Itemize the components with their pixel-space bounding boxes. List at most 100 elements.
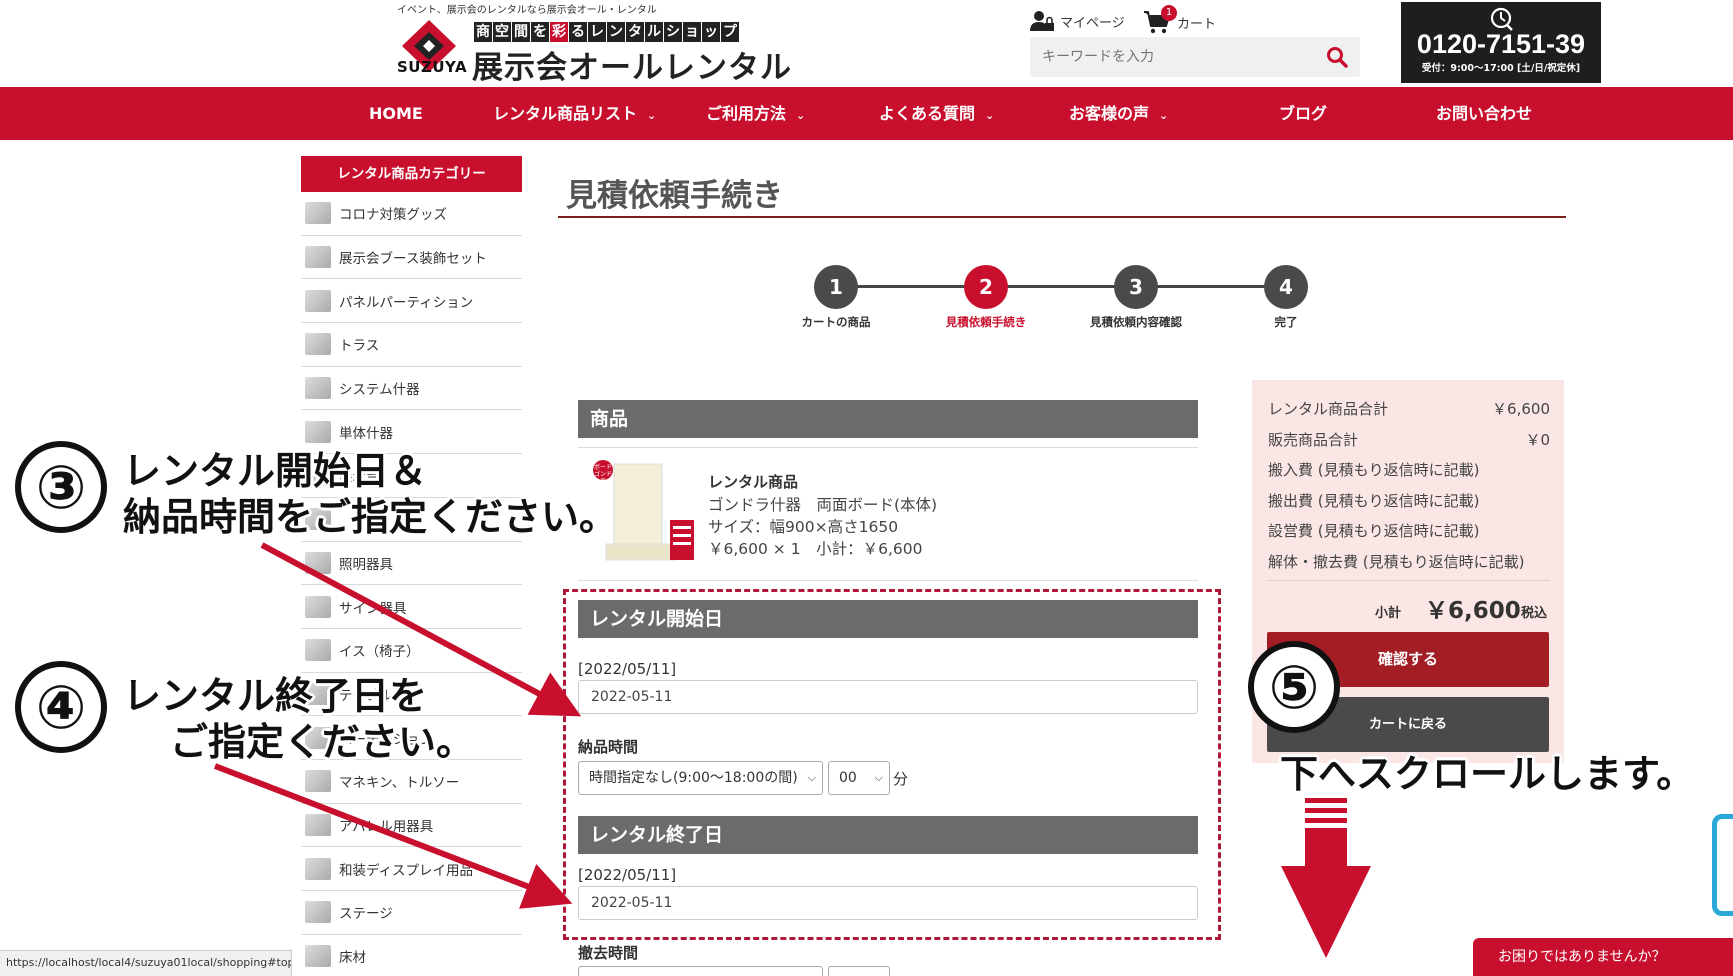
main-nav: HOME レンタル商品リスト ⌄ ご利用方法 ⌄ よくある質問 ⌄ お客様の声 ⌄ ブロ… <box>0 87 1733 140</box>
clock-icon <box>1490 7 1513 31</box>
search-icon[interactable] <box>1326 46 1348 68</box>
nav-item-faq[interactable]: よくある質問 ⌄ <box>879 87 994 140</box>
category-thumbnail-icon <box>305 813 331 836</box>
summary-row: 搬出費 (見積もり返信時に記載) <box>1268 490 1550 511</box>
logo-sub-char: レ <box>588 22 606 42</box>
sidebar-heading: レンタル商品カテゴリー <box>301 156 522 192</box>
category-thumbnail-icon <box>305 595 331 618</box>
rental-end-section-header: レンタル終了日 <box>578 816 1198 854</box>
progress-line <box>836 285 1286 288</box>
sidebar-item-label: 和装ディスプレイ用品 <box>339 862 474 879</box>
nav-label: レンタル商品リスト <box>493 104 638 123</box>
logo-sub-char: ル <box>645 22 663 42</box>
phone-number: 0120-7151-39 <box>1416 29 1586 59</box>
logo-sub-char: 間 <box>512 22 530 42</box>
removal-minute-select[interactable] <box>828 966 890 976</box>
category-thumbnail-icon <box>305 770 331 793</box>
sidebar-item[interactable]: パネルパーティション <box>301 279 522 324</box>
nav-item-contact[interactable]: お問い合わせ <box>1436 87 1532 140</box>
mypage-label: マイページ <box>1060 15 1125 31</box>
nav-item-blog[interactable]: ブログ <box>1279 87 1327 140</box>
delivery-minute-select[interactable]: 00 ⌵ <box>828 761 890 795</box>
sidebar-item-label: トラス <box>339 338 380 355</box>
cart-link[interactable]: 1 カート <box>1143 5 1217 34</box>
user-lock-icon <box>1030 11 1054 31</box>
step5-instruction: 下へスクロールします。 <box>1280 752 1695 796</box>
nav-label: HOME <box>369 104 423 123</box>
divider <box>578 580 1198 581</box>
category-thumbnail-icon <box>305 945 331 968</box>
sidebar-item-label: 展示会ブース装飾セット <box>339 251 487 268</box>
step3-number-circle: ③ <box>15 441 107 533</box>
summary-row-value: ￥0 <box>1525 430 1550 449</box>
product-size: サイズ：幅900×高さ1650 <box>708 518 899 536</box>
status-bar-url: https://localhost/local4/suzuya01local/s… <box>0 950 292 976</box>
sidebar-item[interactable]: システム什器 <box>301 367 522 411</box>
sidebar-item-label: 床材 <box>339 950 366 967</box>
step-label: 完了 <box>1274 315 1298 329</box>
step-circle: 3 <box>1114 265 1158 309</box>
logo-sub-char: 商 <box>474 22 492 42</box>
sidebar-item-label: ステージ <box>339 906 393 923</box>
sidebar-item[interactable]: アパレル用器具 <box>301 804 522 848</box>
removal-time-select[interactable] <box>578 966 823 976</box>
sidebar-item[interactable]: 床材 <box>301 935 522 976</box>
step-circle: 1 <box>814 265 858 309</box>
logo-sub-char: ッ <box>702 22 720 42</box>
sidebar-item-label: 照明器具 <box>339 556 393 573</box>
summary-row-label: 搬出費 (見積もり返信時に記載) <box>1268 491 1480 510</box>
category-thumbnail-icon <box>305 246 331 269</box>
nav-label: お客様の声 <box>1069 104 1150 123</box>
nav-item-home[interactable]: HOME <box>369 87 423 140</box>
logo-sub-char: を <box>531 22 549 42</box>
logo-sub-char: シ <box>664 22 682 42</box>
product-category: レンタル商品 <box>708 473 799 491</box>
subtotal-value: ￥6,600 <box>1425 598 1521 624</box>
site-header: イベント、展示会のレンタルなら展示会オール・レンタル SUZUYA 商空間を彩る… <box>0 0 1733 87</box>
step4-number-circle: ④ <box>15 661 107 753</box>
sidebar-item[interactable]: サイン器具 <box>301 585 522 629</box>
logo-sub-char: る <box>569 22 587 42</box>
page-title: 見積依頼手続き <box>566 178 783 214</box>
logo-sub-char: プ <box>721 22 739 42</box>
end-date-input[interactable]: 2022-05-11 <box>578 886 1198 920</box>
product-section-header: 商品 <box>578 400 1198 438</box>
sidebar-item[interactable]: 展示会ブース装飾セット <box>301 236 522 280</box>
nav-item-voices[interactable]: お客様の声 ⌄ <box>1069 87 1168 140</box>
start-date-label: [2022/05/11] <box>578 660 677 678</box>
nav-item-how-to-use[interactable]: ご利用方法 ⌄ <box>706 87 805 140</box>
chevron-down-icon: ⌵ <box>807 771 816 784</box>
step3-instruction-line2: 納品時間をご指定ください。 <box>123 495 618 539</box>
sidebar-item[interactable]: マネキン、トルソー <box>301 760 522 804</box>
cart-label: カート <box>1177 16 1217 32</box>
nav-item-rental-list[interactable]: レンタル商品リスト ⌄ <box>493 87 656 140</box>
sidebar-item[interactable]: コロナ対策グッズ <box>301 192 522 236</box>
start-date-input[interactable]: 2022-05-11 <box>578 680 1198 714</box>
step4-instruction-line2: ご指定ください。 <box>170 720 475 764</box>
nav-label: よくある質問 <box>879 104 976 123</box>
mypage-link[interactable]: マイページ <box>1030 10 1125 32</box>
step-circle: 2 <box>964 265 1008 309</box>
summary-divider <box>1268 580 1550 581</box>
header-tagline: イベント、展示会のレンタルなら展示会オール・レンタル <box>397 5 657 16</box>
sidebar-item[interactable]: ステージ <box>301 891 522 935</box>
summary-row-label: 解体・撤去費 (見積もり返信時に記載) <box>1268 553 1525 571</box>
delivery-time-label: 納品時間 <box>578 738 639 756</box>
delivery-time-select[interactable]: 時間指定なし(9:00～18:00の間) ⌵ <box>578 761 823 795</box>
sidebar-item[interactable]: 照明器具 <box>301 542 522 586</box>
help-chat-tab[interactable]: お困りではありませんか？ <box>1473 938 1733 976</box>
logo-sub-char: タ <box>626 22 644 42</box>
step-circle: 4 <box>1264 265 1308 309</box>
sidebar-item[interactable]: トラス <box>301 323 522 367</box>
logo-sub-char: 彩 <box>550 22 568 42</box>
search-input[interactable] <box>1030 37 1310 77</box>
summary-row-value: ￥6,600 <box>1492 400 1550 418</box>
sidebar-item[interactable]: 和装ディスプレイ用品 <box>301 847 522 891</box>
category-thumbnail-icon <box>305 857 331 880</box>
step-label: 見積依頼手続き <box>945 315 1027 329</box>
subtotal-label: 小計 <box>1375 606 1402 621</box>
side-widget-tab[interactable] <box>1712 814 1733 916</box>
minute-unit: 分 <box>893 770 909 788</box>
summary-row-label: 販売商品合計 <box>1268 430 1359 449</box>
phone-contact[interactable]: 0120-7151-39 受付：9:00～17:00 [土/日/祝定休] <box>1401 2 1601 83</box>
